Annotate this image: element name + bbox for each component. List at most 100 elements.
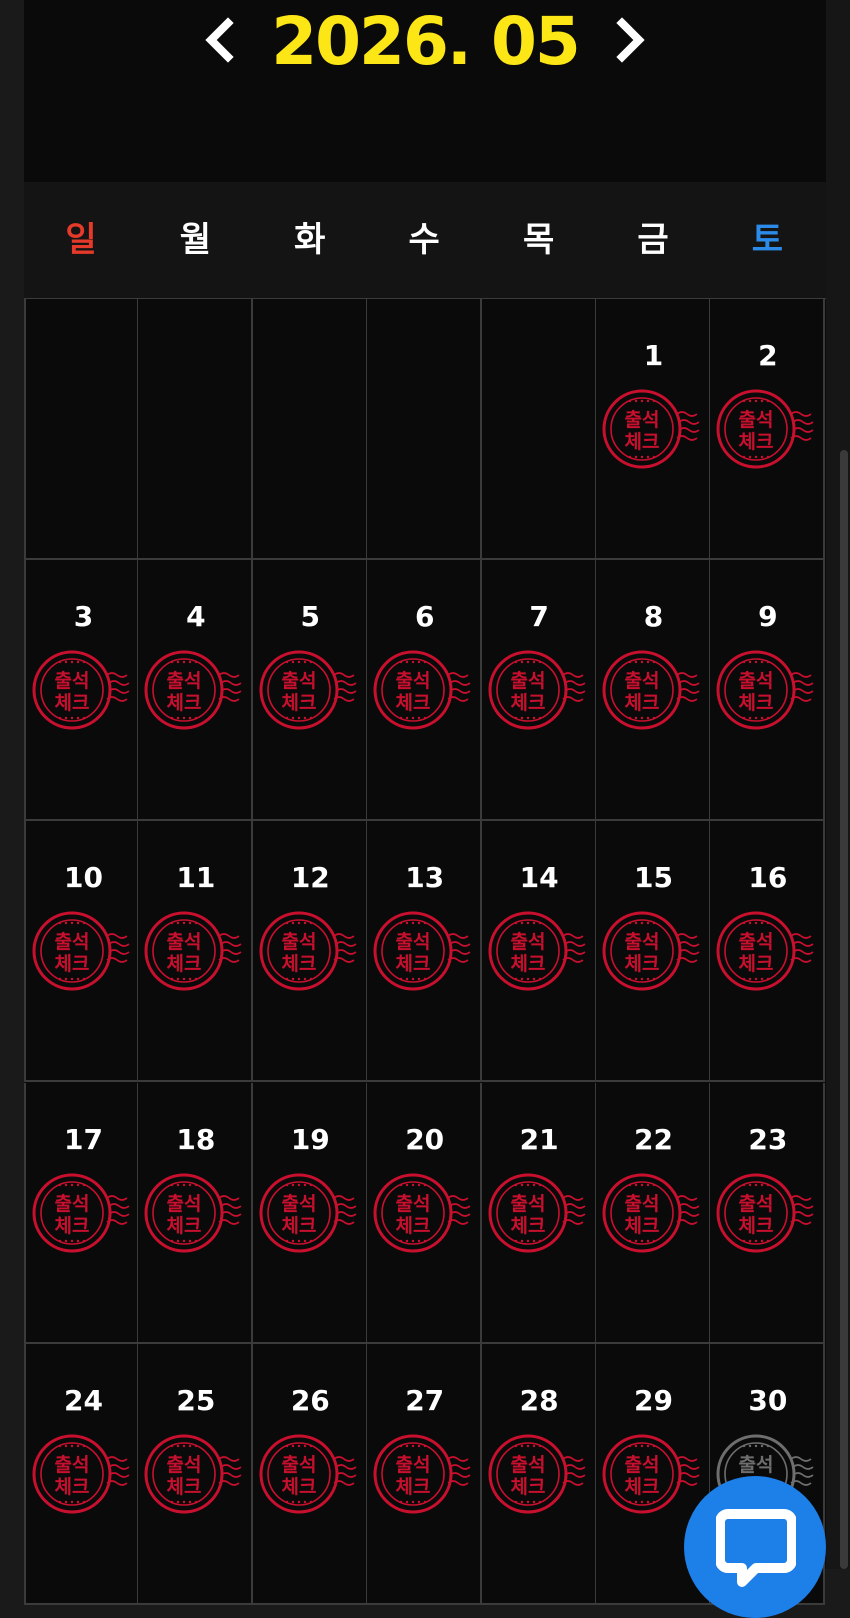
day-cell[interactable]: 25 출석 체크: [138, 1343, 254, 1605]
empty-day-cell: [252, 299, 368, 560]
day-cell[interactable]: 6 출석 체크: [367, 560, 483, 822]
svg-text:출석: 출석: [281, 1454, 316, 1476]
attendance-stamp: 출석 체크: [487, 906, 586, 996]
attendance-stamp-icon: 출석체크: [602, 650, 700, 730]
attendance-stamp-icon: 출석체크: [373, 911, 471, 991]
day-number: 26: [290, 1383, 330, 1417]
attendance-stamp: 출석 체크: [715, 906, 814, 996]
day-number: 20: [405, 1122, 445, 1156]
day-cell[interactable]: 7 출석 체크: [481, 560, 597, 822]
day-cell[interactable]: 23 출석 체크: [710, 1082, 826, 1344]
day-number: 6: [414, 600, 435, 634]
weekday-label: 금: [637, 220, 669, 260]
day-cell[interactable]: 4 출석 체크: [138, 560, 254, 822]
attendance-stamp-icon: 출석체크: [32, 911, 130, 991]
svg-text:체크: 체크: [625, 953, 660, 975]
attendance-stamp-icon: 출석체크: [602, 911, 700, 991]
attendance-stamp: 출석 체크: [372, 906, 471, 996]
day-cell[interactable]: 27 출석 체크: [367, 1343, 483, 1605]
svg-text:출석: 출석: [396, 1193, 431, 1215]
attendance-stamp-icon: 출석체크: [144, 911, 242, 991]
svg-text:체크: 체크: [396, 953, 431, 975]
svg-text:출석: 출석: [510, 670, 545, 692]
svg-text:출석: 출석: [625, 1193, 660, 1215]
attendance-stamp-icon: 출석체크: [373, 1173, 471, 1253]
attendance-stamp-icon: 출석체크: [488, 911, 586, 991]
day-cell[interactable]: 26 출석 체크: [252, 1343, 368, 1605]
day-cell[interactable]: 13 출석 체크: [367, 821, 483, 1083]
attendance-stamp-icon: 출석체크: [259, 1434, 357, 1514]
svg-text:출석: 출석: [167, 670, 202, 692]
svg-text:출석: 출석: [625, 1454, 660, 1476]
day-number: 18: [176, 1122, 216, 1156]
empty-day-cell: [367, 299, 483, 560]
svg-text:출석: 출석: [739, 931, 774, 953]
day-number: 17: [64, 1122, 103, 1156]
day-cell[interactable]: 18 출석 체크: [138, 1082, 254, 1344]
svg-text:체크: 체크: [739, 692, 774, 714]
attendance-stamp: 출석 체크: [601, 1429, 700, 1519]
day-number: 30: [748, 1383, 788, 1417]
attendance-stamp-icon: 출석체크: [602, 389, 700, 469]
day-cell[interactable]: 22 출석 체크: [596, 1082, 711, 1344]
day-cell[interactable]: 21 출석 체크: [481, 1082, 597, 1344]
day-number: 5: [300, 600, 321, 634]
day-cell[interactable]: 1 출석 체크: [596, 299, 711, 560]
attendance-stamp-icon: 출석체크: [32, 650, 130, 730]
svg-text:출석: 출석: [167, 1193, 202, 1215]
svg-text:체크: 체크: [396, 1476, 431, 1498]
attendance-stamp-icon: 출석체크: [144, 650, 242, 730]
svg-text:체크: 체크: [510, 1476, 545, 1498]
day-cell[interactable]: 15 출석 체크: [596, 821, 711, 1083]
day-cell[interactable]: 5 출석 체크: [252, 560, 368, 822]
attendance-stamp: 출석 체크: [143, 1429, 242, 1519]
day-cell[interactable]: 9 출석 체크: [710, 560, 826, 822]
day-cell[interactable]: 11 출석 체크: [138, 821, 254, 1083]
chevron-right-icon: [616, 17, 645, 63]
attendance-stamp-icon: 출석체크: [716, 650, 814, 730]
weekday-label: 일: [65, 220, 97, 260]
svg-text:체크: 체크: [739, 953, 774, 975]
chat-button[interactable]: [684, 1476, 826, 1618]
day-cell[interactable]: 8 출석 체크: [596, 560, 711, 822]
chat-bubble-icon: [716, 1509, 796, 1587]
svg-text:출석: 출석: [625, 931, 660, 953]
attendance-stamp: 출석 체크: [258, 1168, 357, 1258]
svg-text:체크: 체크: [396, 1215, 431, 1237]
empty-day-cell: [481, 299, 597, 560]
svg-text:출석: 출석: [625, 670, 660, 692]
svg-text:출석: 출석: [55, 670, 90, 692]
svg-text:체크: 체크: [55, 1215, 90, 1237]
weekday-label: 토: [751, 220, 784, 260]
day-cell[interactable]: 14 출석 체크: [481, 821, 597, 1083]
weekday-label: 수: [408, 220, 440, 260]
day-cell[interactable]: 16 출석 체크: [710, 821, 826, 1083]
day-cell[interactable]: 20 출석 체크: [367, 1082, 483, 1344]
day-cell[interactable]: 12 출석 체크: [252, 821, 368, 1083]
attendance-stamp: 출석 체크: [372, 1429, 471, 1519]
svg-text:체크: 체크: [510, 1215, 545, 1237]
day-cell[interactable]: 17 출석 체크: [24, 1082, 139, 1344]
day-cell[interactable]: 2 출석 체크: [710, 299, 826, 560]
day-cell[interactable]: 10 출석 체크: [24, 821, 139, 1083]
attendance-stamp: 출석 체크: [258, 1429, 357, 1519]
day-cell[interactable]: 24 출석 체크: [24, 1343, 139, 1605]
svg-text:체크: 체크: [739, 1215, 774, 1237]
day-number: 4: [186, 600, 206, 634]
attendance-stamp-icon: 출석체크: [32, 1434, 130, 1514]
svg-text:출석: 출석: [55, 931, 90, 953]
attendance-stamp-icon: 출석체크: [716, 389, 814, 469]
day-cell[interactable]: 3 출석 체크: [24, 560, 139, 822]
day-cell[interactable]: 19 출석 체크: [252, 1082, 368, 1344]
day-cell[interactable]: 28 출석 체크: [481, 1343, 597, 1605]
attendance-stamp-icon: 출석체크: [488, 650, 586, 730]
svg-text:출석: 출석: [281, 931, 316, 953]
svg-text:출석: 출석: [739, 1454, 774, 1476]
day-number: 2: [758, 339, 778, 372]
attendance-stamp-icon: 출석체크: [488, 1173, 586, 1253]
scrollbar-thumb[interactable]: [840, 450, 848, 1569]
svg-text:출석: 출석: [55, 1193, 90, 1215]
next-month-button[interactable]: [610, 14, 650, 66]
svg-text:체크: 체크: [510, 953, 545, 975]
attendance-stamp-icon: 출석체크: [144, 1173, 242, 1253]
